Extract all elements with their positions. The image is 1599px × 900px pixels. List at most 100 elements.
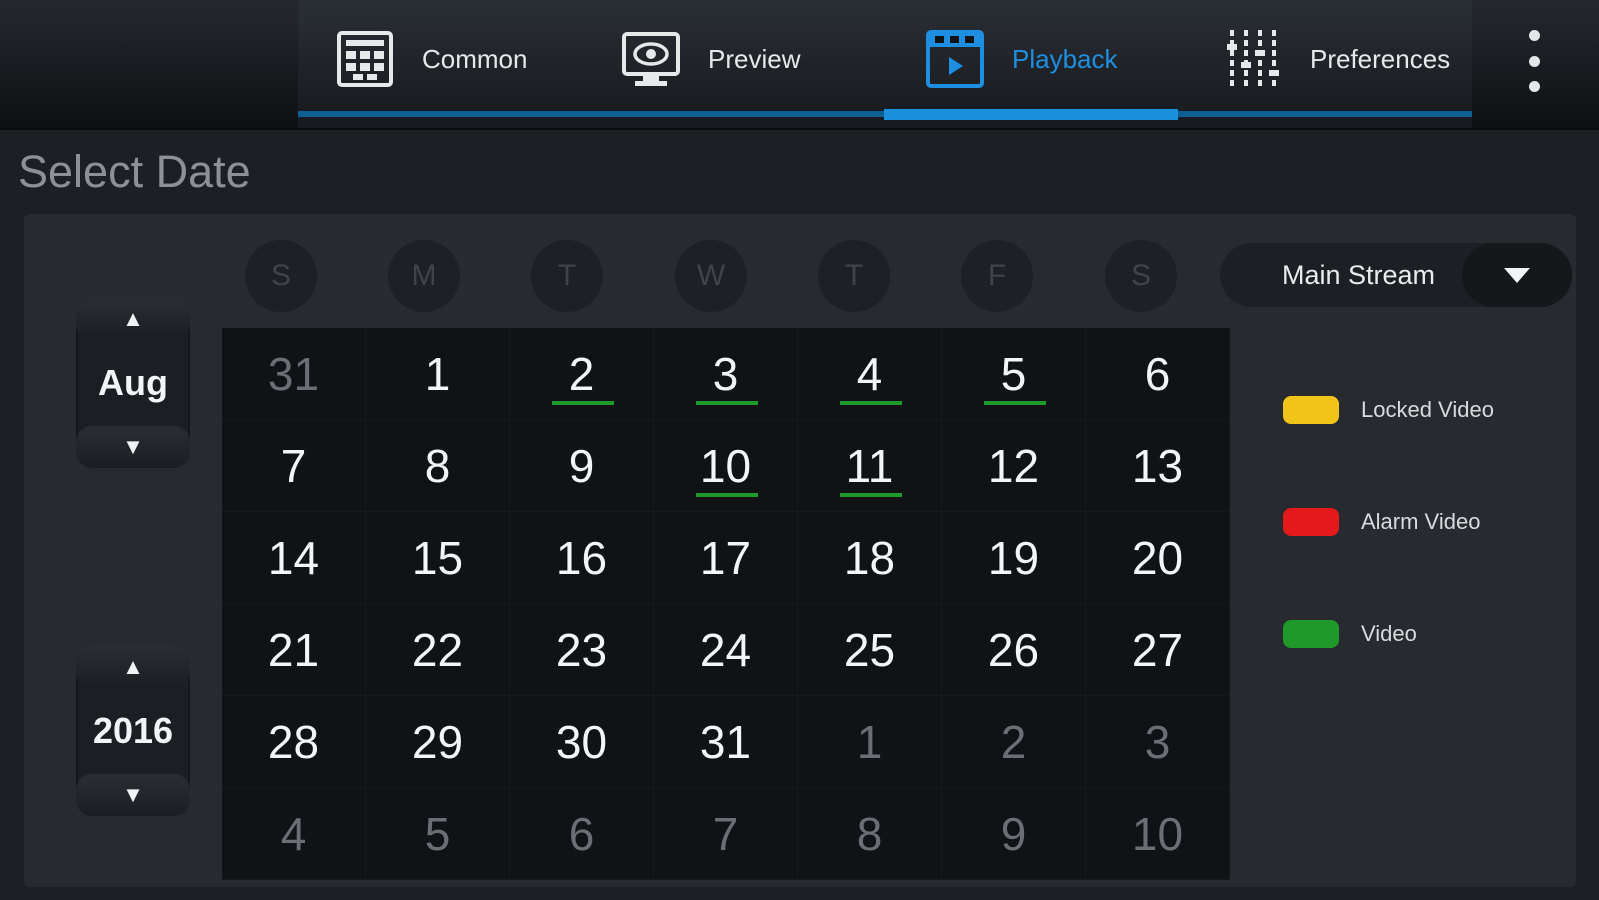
- day-number: 3: [712, 347, 739, 400]
- legend-label: Locked Video: [1361, 397, 1494, 422]
- tab-label: Common: [422, 43, 528, 74]
- calendar-day[interactable]: 10: [1086, 788, 1230, 880]
- day-number: 1: [424, 347, 451, 400]
- calendar-day[interactable]: 12: [942, 420, 1086, 512]
- calendar-day[interactable]: 28: [222, 696, 366, 788]
- year-spinner: ▲ 2016 ▼: [76, 646, 190, 816]
- video-indicator: [840, 401, 902, 405]
- month-up-button[interactable]: ▲: [76, 298, 190, 340]
- legend-locked-video: Locked Video: [1283, 396, 1494, 424]
- day-number: 31: [267, 347, 320, 400]
- tab-playback[interactable]: Playback: [924, 24, 1118, 94]
- calendar-day[interactable]: 22: [366, 604, 510, 696]
- stream-select-value: Main Stream: [1282, 259, 1436, 290]
- calendar-day[interactable]: 18: [798, 512, 942, 604]
- day-number: 4: [856, 347, 883, 400]
- calendar-day[interactable]: 29: [366, 696, 510, 788]
- calendar-day[interactable]: 31: [222, 328, 366, 420]
- day-number: 9: [1000, 807, 1027, 860]
- page-title: Select Date: [18, 146, 251, 197]
- calendar-day[interactable]: 13: [1086, 420, 1230, 512]
- calendar-day[interactable]: 1: [366, 328, 510, 420]
- stream-select[interactable]: Main Stream: [1220, 243, 1572, 307]
- day-number: 8: [424, 439, 451, 492]
- calendar-day[interactable]: 26: [942, 604, 1086, 696]
- day-number: 3: [1144, 715, 1171, 768]
- tab-preview[interactable]: Preview: [620, 24, 800, 94]
- caret-down-icon: ▼: [122, 434, 144, 459]
- calendar-day[interactable]: 4: [222, 788, 366, 880]
- tab-preferences[interactable]: Preferences: [1222, 24, 1450, 94]
- grid-schedule-icon: [334, 28, 396, 90]
- monitor-eye-icon: [620, 28, 682, 90]
- day-number: 28: [267, 715, 320, 768]
- calendar-day[interactable]: 8: [366, 420, 510, 512]
- tab-common[interactable]: Common: [334, 24, 527, 94]
- month-down-button[interactable]: ▼: [76, 426, 190, 468]
- calendar-day[interactable]: 24: [654, 604, 798, 696]
- day-number: 25: [843, 623, 896, 676]
- day-number: 14: [267, 531, 320, 584]
- legend-swatch: [1283, 620, 1339, 648]
- day-number: 31: [699, 715, 752, 768]
- calendar-day[interactable]: 7: [654, 788, 798, 880]
- day-number: 21: [267, 623, 320, 676]
- calendar-grid: 31 1 2 3 4 5 6 7 8 9 10 11 12 13 14 15 16 17 18 19 20 21 22 23 2…: [222, 328, 1230, 880]
- calendar-day[interactable]: 2: [942, 696, 1086, 788]
- weekday-header: W: [675, 240, 747, 312]
- more-menu-button[interactable]: [1514, 30, 1554, 92]
- year-up-button[interactable]: ▲: [76, 646, 190, 688]
- calendar-day[interactable]: 8: [798, 788, 942, 880]
- calendar-day[interactable]: 31: [654, 696, 798, 788]
- calendar-day[interactable]: 3: [654, 328, 798, 420]
- day-number: 17: [699, 531, 752, 584]
- calendar-day[interactable]: 30: [510, 696, 654, 788]
- tab-label: Preview: [708, 43, 801, 74]
- day-number: 1: [856, 715, 883, 768]
- calendar-day[interactable]: 14: [222, 512, 366, 604]
- calendar-day[interactable]: 6: [1086, 328, 1230, 420]
- year-down-button[interactable]: ▼: [76, 774, 190, 816]
- calendar-day[interactable]: 11: [798, 420, 942, 512]
- calendar-day[interactable]: 20: [1086, 512, 1230, 604]
- day-number: 27: [1131, 623, 1184, 676]
- calendar-day[interactable]: 9: [510, 420, 654, 512]
- calendar-day[interactable]: 15: [366, 512, 510, 604]
- weekday-header: T: [531, 240, 603, 312]
- day-number: 7: [280, 439, 307, 492]
- calendar-day[interactable]: 5: [942, 328, 1086, 420]
- kebab-dot-icon: [1528, 30, 1540, 41]
- film-play-icon: [924, 28, 986, 90]
- weekday-header: F: [961, 240, 1033, 312]
- calendar-day[interactable]: 17: [654, 512, 798, 604]
- video-indicator: [696, 493, 758, 497]
- day-number: 2: [1000, 715, 1027, 768]
- month-value: Aug: [98, 362, 168, 403]
- day-number: 13: [1131, 439, 1184, 492]
- calendar-day[interactable]: 21: [222, 604, 366, 696]
- calendar-day[interactable]: 27: [1086, 604, 1230, 696]
- calendar-day[interactable]: 4: [798, 328, 942, 420]
- calendar-day[interactable]: 6: [510, 788, 654, 880]
- calendar-day[interactable]: 1: [798, 696, 942, 788]
- day-number: 24: [699, 623, 752, 676]
- calendar-day[interactable]: 25: [798, 604, 942, 696]
- sliders-icon: [1222, 28, 1284, 90]
- calendar-day[interactable]: 19: [942, 512, 1086, 604]
- calendar-day[interactable]: 5: [366, 788, 510, 880]
- calendar-day[interactable]: 2: [510, 328, 654, 420]
- day-number: 23: [555, 623, 608, 676]
- day-number: 9: [568, 439, 595, 492]
- calendar-day[interactable]: 7: [222, 420, 366, 512]
- day-number: 10: [1131, 807, 1184, 860]
- day-number: 20: [1131, 531, 1184, 584]
- caret-up-icon: ▲: [122, 654, 144, 679]
- calendar-day[interactable]: 16: [510, 512, 654, 604]
- calendar-day[interactable]: 23: [510, 604, 654, 696]
- calendar-day[interactable]: 10: [654, 420, 798, 512]
- day-number: 10: [699, 439, 752, 492]
- weekday-header: M: [388, 240, 460, 312]
- weekday-header: T: [818, 240, 890, 312]
- calendar-day[interactable]: 9: [942, 788, 1086, 880]
- calendar-day[interactable]: 3: [1086, 696, 1230, 788]
